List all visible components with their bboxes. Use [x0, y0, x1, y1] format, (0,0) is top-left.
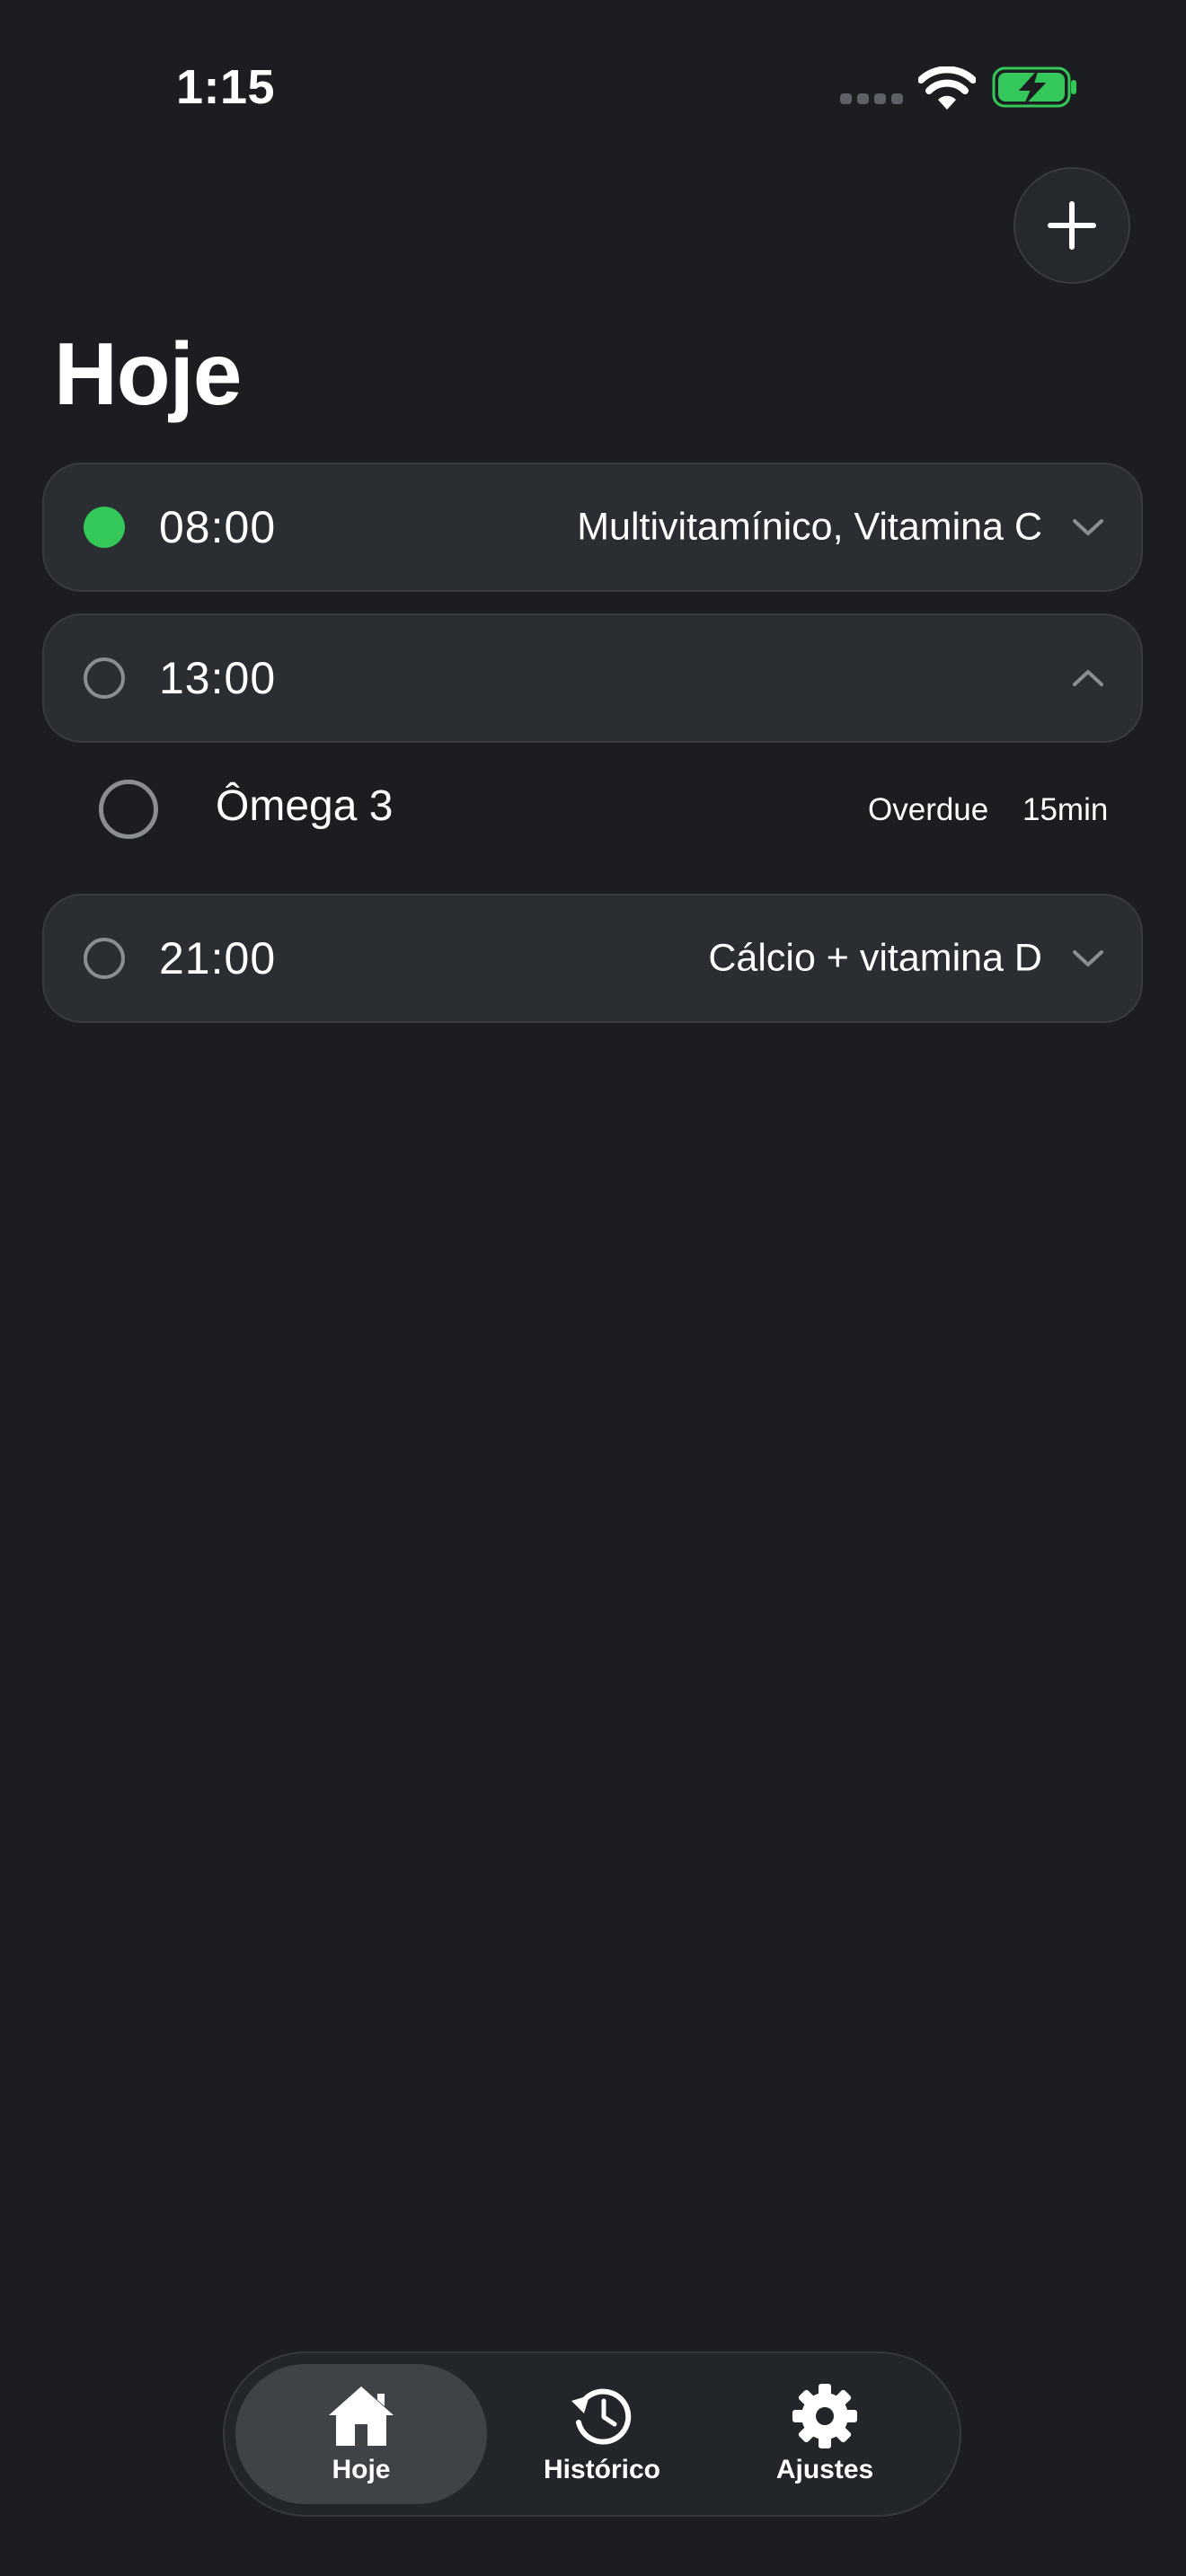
dose-row-1300[interactable]: 13:00: [42, 613, 1143, 743]
page-title: Hoje: [54, 324, 242, 423]
chevron-down-icon: [1073, 950, 1103, 966]
plus-icon: [1048, 201, 1096, 250]
medication-name: Ômega 3: [216, 782, 394, 830]
medication-item-omega3[interactable]: Ômega 3 Overdue 15min: [90, 754, 1123, 862]
wifi-icon: [918, 66, 976, 110]
tab-label: Ajustes: [775, 2455, 874, 2484]
take-checkbox[interactable]: [99, 780, 158, 839]
pending-indicator: [84, 657, 125, 699]
dose-row-2100[interactable]: 21:00 Cálcio + vitamina D: [42, 894, 1143, 1023]
tab-ajustes[interactable]: Ajustes: [717, 2364, 933, 2504]
pending-indicator: [84, 938, 125, 979]
gear-icon: [792, 2384, 857, 2448]
add-button[interactable]: [1013, 167, 1130, 284]
dose-row-0800[interactable]: 08:00 Multivitamínico, Vitamina C: [42, 463, 1143, 592]
done-indicator: [84, 507, 125, 548]
cellular-signal-icon: [840, 93, 903, 106]
history-clock-icon: [571, 2388, 632, 2445]
overdue-duration: 15min: [1022, 792, 1109, 827]
tab-label: Hoje: [332, 2455, 391, 2484]
chevron-up-icon: [1073, 670, 1103, 686]
tab-hoje[interactable]: Hoje: [235, 2364, 487, 2504]
tab-label: Histórico: [543, 2455, 661, 2484]
dose-medications: Multivitamínico, Vitamina C: [577, 505, 1042, 549]
overdue-label: Overdue: [868, 792, 989, 827]
battery-charging-icon: [992, 66, 1076, 108]
status-time: 1:15: [176, 60, 276, 114]
house-icon: [329, 2386, 394, 2446]
dose-time: 13:00: [159, 653, 277, 703]
dose-time: 08:00: [159, 502, 277, 552]
tab-bar: Hoje Histórico Ajustes: [223, 2351, 961, 2517]
dose-time: 21:00: [159, 933, 277, 984]
tab-historico[interactable]: Histórico: [494, 2364, 710, 2504]
dose-medications: Cálcio + vitamina D: [708, 936, 1042, 980]
chevron-down-icon: [1073, 519, 1103, 535]
